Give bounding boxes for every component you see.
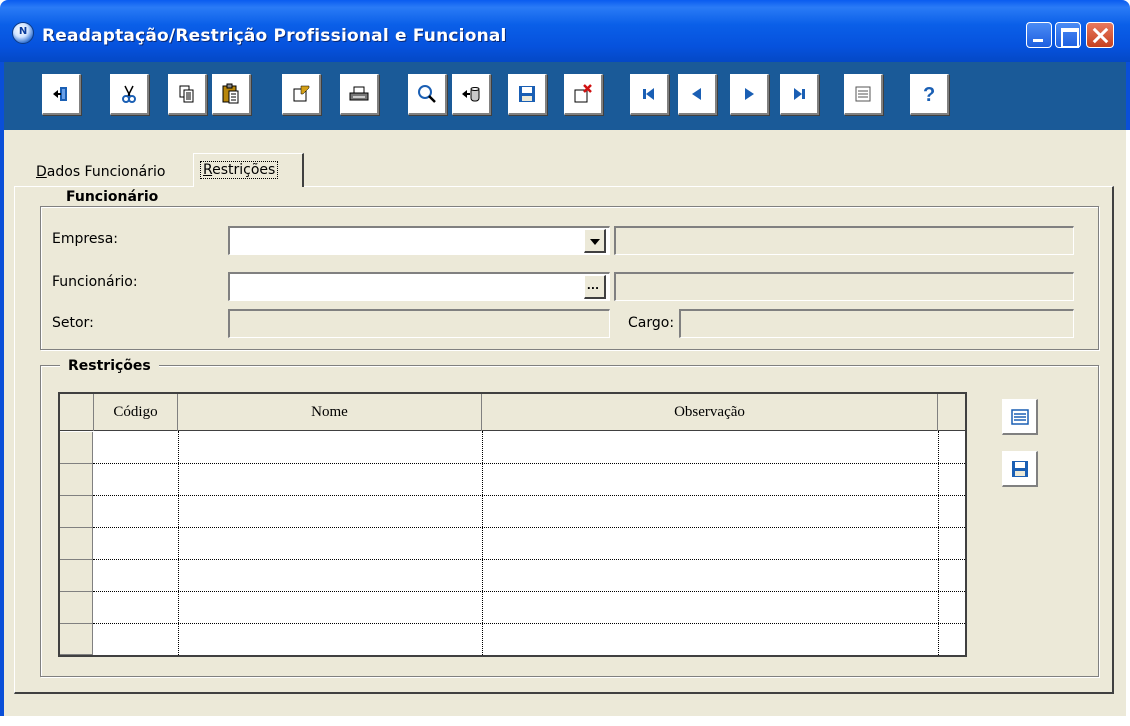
svg-text:?: ? (923, 84, 935, 105)
table-list-icon (855, 86, 871, 102)
first-record-button[interactable] (630, 74, 669, 115)
exit-door-icon (53, 87, 67, 101)
tab-dados-funcionario[interactable]: Dados Funcionário (36, 164, 165, 180)
cargo-label: Cargo: (628, 315, 675, 331)
setor-label: Setor: (52, 315, 94, 331)
grid-header-spacer (938, 394, 965, 431)
grid-column-line (482, 431, 483, 655)
funcionario-name-field (614, 272, 1074, 301)
floppy-disk-icon (1011, 460, 1028, 477)
printer-icon (349, 86, 369, 101)
window-bottom-border (0, 716, 1130, 726)
grid-header: Código Nome Observação (60, 394, 965, 431)
copy-button[interactable] (168, 74, 207, 115)
delete-button[interactable] (564, 74, 603, 115)
help-question-icon: ? (923, 84, 935, 105)
tab-restricoes-accesskey: R (203, 162, 213, 178)
empresa-label: Empresa: (52, 231, 119, 247)
grid-corner-cell (60, 394, 94, 431)
restricoes-grid[interactable]: Código Nome Observação (58, 392, 967, 657)
funcionario-label: Funcionário: (52, 274, 138, 290)
grid-row-line (93, 591, 965, 592)
tab-restricoes[interactable]: Restrições (193, 153, 304, 187)
previous-record-icon (692, 88, 701, 100)
app-logo-letter: N (18, 26, 28, 37)
setor-field (228, 309, 610, 338)
row-indicator[interactable] (60, 528, 93, 560)
empresa-dropdown-button[interactable] (584, 229, 606, 253)
delete-icon (574, 84, 592, 103)
column-header-observacao[interactable]: Observação (482, 394, 938, 431)
row-indicator[interactable] (60, 464, 93, 496)
row-indicator[interactable] (60, 560, 93, 592)
grid-row-line (93, 559, 965, 560)
empresa-combobox[interactable] (228, 226, 610, 255)
paste-icon (222, 83, 239, 104)
last-record-icon (794, 88, 805, 100)
last-record-button[interactable] (780, 74, 819, 115)
new-record-button[interactable] (282, 74, 321, 115)
row-indicator[interactable] (60, 432, 93, 464)
list-button[interactable] (844, 74, 883, 115)
row-indicator[interactable] (60, 592, 93, 624)
toolbar: ? (0, 62, 1130, 130)
window-right-border (1126, 130, 1130, 716)
row-indicator[interactable] (60, 496, 93, 528)
empresa-name-field (614, 226, 1074, 255)
app-logo-icon[interactable]: N (12, 22, 34, 44)
next-record-icon (745, 88, 754, 100)
funcionario-group-title: Funcionário (58, 189, 167, 205)
grid-column-line (938, 431, 939, 655)
floppy-disk-icon (519, 86, 535, 102)
help-button[interactable]: ? (910, 74, 949, 115)
search-button[interactable] (408, 74, 447, 115)
copy-icon (179, 85, 194, 103)
window-title: Readaptação/Restrição Profissional e Fun… (42, 26, 507, 46)
cut-button[interactable] (110, 74, 149, 115)
restricoes-group-title: Restrições (60, 358, 159, 374)
maximize-button[interactable] (1055, 22, 1081, 48)
magnifier-icon (418, 85, 436, 103)
title-bar[interactable]: N Readaptação/Restrição Profissional e F… (0, 0, 1130, 62)
close-button[interactable] (1086, 22, 1114, 48)
funcionario-input[interactable]: ... (228, 272, 610, 301)
grid-row-line (93, 623, 965, 624)
print-button[interactable] (340, 74, 379, 115)
paste-button[interactable] (212, 74, 251, 115)
lookup-ellipsis: ... (587, 277, 600, 292)
application-window: N Readaptação/Restrição Profissional e F… (0, 0, 1130, 726)
tab-restricoes-label: Restrições (200, 161, 279, 179)
minimize-button[interactable] (1026, 22, 1052, 48)
grid-save-button[interactable] (1002, 451, 1038, 487)
funcionario-lookup-button[interactable]: ... (584, 275, 606, 299)
grid-row-line (93, 527, 965, 528)
row-indicator[interactable] (60, 624, 93, 655)
first-record-icon (643, 88, 654, 100)
grid-row-line (93, 463, 965, 464)
new-record-icon (293, 85, 310, 102)
import-button[interactable] (452, 74, 491, 115)
cargo-field (679, 309, 1074, 338)
grid-row-line (93, 495, 965, 496)
scissors-icon (122, 85, 136, 103)
next-record-button[interactable] (730, 74, 769, 115)
import-icon (462, 87, 480, 102)
tab-dados-accesskey: D (36, 164, 47, 180)
previous-record-button[interactable] (678, 74, 717, 115)
column-header-codigo[interactable]: Código (94, 394, 178, 431)
list-lines-icon (1010, 408, 1029, 425)
exit-button[interactable] (42, 74, 81, 115)
grid-list-button[interactable] (1002, 399, 1038, 435)
grid-column-line (178, 431, 179, 655)
column-header-nome[interactable]: Nome (178, 394, 482, 431)
save-button[interactable] (508, 74, 547, 115)
tab-dados-label: ados Funcionário (46, 164, 166, 180)
tab-restricoes-label-rest: estrições (212, 162, 276, 178)
